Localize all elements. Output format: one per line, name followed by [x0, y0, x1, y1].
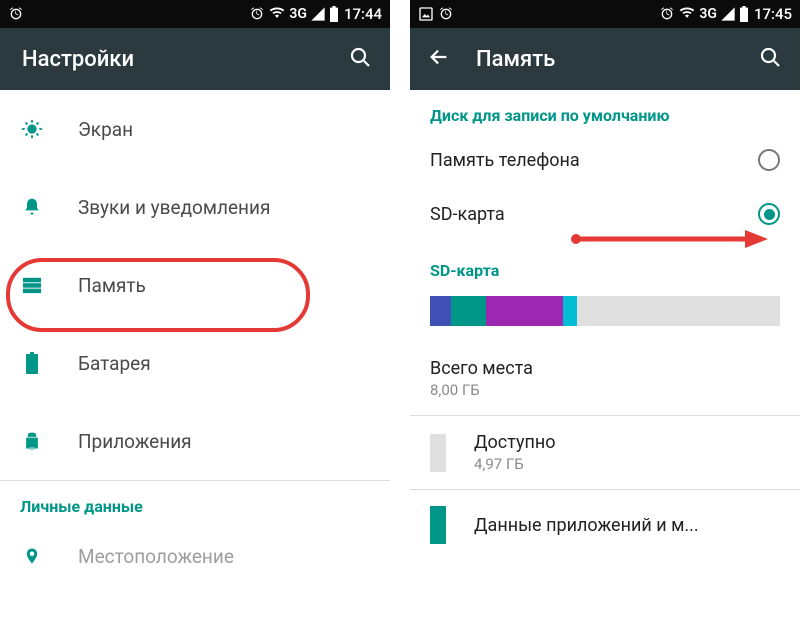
settings-item-label: Экран	[78, 118, 133, 141]
alarm-icon	[659, 6, 675, 22]
network-label: 3G	[699, 6, 717, 22]
battery-icon	[739, 6, 749, 22]
settings-item-label: Память	[78, 274, 146, 297]
color-swatch-apps	[430, 506, 446, 544]
storage-usage-bar	[430, 296, 780, 326]
settings-item-display[interactable]: Экран	[0, 90, 390, 168]
storage-available-value: 4,97 ГБ	[474, 455, 556, 473]
brightness-icon	[20, 117, 44, 141]
settings-item-storage[interactable]: Память	[0, 246, 390, 324]
network-label: 3G	[289, 6, 307, 22]
settings-list: Экран Звуки и уведомления Память Батарея	[0, 90, 390, 625]
search-icon[interactable]	[348, 45, 372, 73]
storage-available[interactable]: Доступно 4,97 ГБ	[410, 416, 800, 489]
battery-icon	[329, 6, 339, 22]
page-title: Память	[476, 47, 555, 72]
app-bar: Память	[410, 28, 800, 90]
section-default-disk: Диск для записи по умолчанию	[410, 90, 800, 133]
storage-available-label: Доступно	[474, 432, 556, 453]
alarm-icon	[8, 6, 24, 22]
storage-screen: Диск для записи по умолчанию Память теле…	[410, 90, 800, 625]
bell-icon	[20, 195, 44, 219]
phone-storage: 3G 17:45 Память Диск для записи по умолч…	[410, 0, 800, 625]
signal-icon	[310, 6, 326, 22]
radio-label: Память телефона	[430, 150, 758, 171]
app-bar: Настройки	[0, 28, 390, 90]
signal-icon	[720, 6, 736, 22]
apps-icon	[20, 429, 44, 453]
storage-total-value: 8,00 ГБ	[430, 381, 480, 399]
settings-item-label: Приложения	[78, 430, 192, 453]
radio-checked-icon	[758, 203, 780, 225]
settings-item-label: Звуки и уведомления	[78, 196, 270, 219]
alarm-icon	[438, 6, 454, 22]
settings-item-battery[interactable]: Батарея	[0, 324, 390, 402]
settings-item-label: Батарея	[78, 352, 151, 375]
back-icon[interactable]	[428, 46, 450, 72]
storage-seg-apps	[486, 296, 563, 326]
storage-seg-system	[430, 296, 451, 326]
wifi-icon	[678, 6, 696, 22]
status-bar: 3G 17:44	[0, 0, 390, 28]
radio-label: SD-карта	[430, 204, 758, 225]
storage-seg-media	[451, 296, 486, 326]
settings-item-label: Местоположение	[78, 545, 234, 568]
storage-icon	[20, 273, 44, 297]
section-sd-card: SD-карта	[410, 241, 800, 288]
phone-settings: 3G 17:44 Настройки Экран Звуки и уведомл…	[0, 0, 390, 625]
status-bar: 3G 17:45	[410, 0, 800, 28]
search-icon[interactable]	[758, 45, 782, 73]
clock-label: 17:45	[754, 5, 792, 23]
wifi-icon	[268, 6, 286, 22]
storage-apps-data[interactable]: Данные приложений и м...	[410, 490, 800, 560]
radio-phone-storage[interactable]: Память телефона	[410, 133, 800, 187]
radio-sd-card[interactable]: SD-карта	[410, 187, 800, 241]
storage-total[interactable]: Всего места 8,00 ГБ	[410, 342, 800, 415]
section-personal: Личные данные	[0, 481, 390, 524]
clock-label: 17:44	[344, 5, 382, 23]
color-swatch-available	[430, 434, 446, 472]
radio-unchecked-icon	[758, 149, 780, 171]
settings-item-location[interactable]: Местоположение	[0, 524, 390, 588]
page-title: Настройки	[22, 47, 134, 72]
picture-icon	[418, 6, 434, 22]
settings-item-sound[interactable]: Звуки и уведомления	[0, 168, 390, 246]
alarm-icon	[249, 6, 265, 22]
battery-icon	[20, 351, 44, 375]
settings-item-apps[interactable]: Приложения	[0, 402, 390, 480]
location-icon	[20, 544, 44, 568]
storage-seg-other	[563, 296, 577, 326]
storage-apps-label: Данные приложений и м...	[474, 515, 699, 536]
storage-total-label: Всего места	[430, 358, 533, 379]
